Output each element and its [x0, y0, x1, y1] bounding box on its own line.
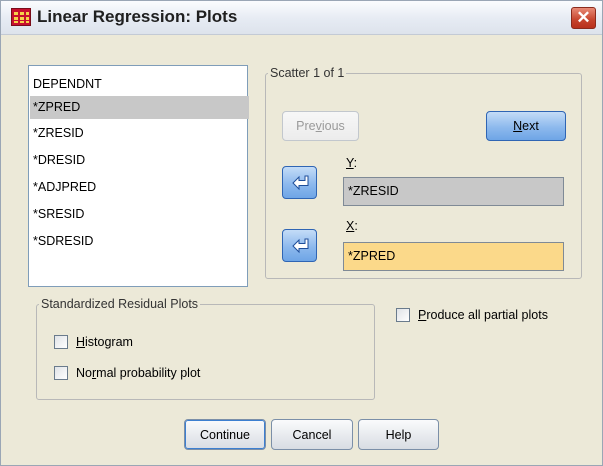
x-axis-label: X: [346, 219, 358, 233]
arrow-left-icon [292, 238, 309, 254]
residual-plots-legend: Standardized Residual Plots [41, 297, 199, 311]
list-item[interactable]: *ZRESID [33, 122, 84, 145]
title-bar[interactable]: Linear Regression: Plots ✕ [1, 1, 602, 35]
partial-plots-label[interactable]: Produce all partial plots [418, 308, 548, 322]
y-axis-label: Y: [346, 156, 358, 170]
list-item[interactable]: *SDRESID [33, 230, 93, 253]
list-item[interactable]: *DRESID [33, 149, 85, 172]
help-button[interactable]: Help [358, 419, 439, 450]
scatter-legend: Scatter 1 of 1 [270, 66, 345, 80]
move-to-y-button[interactable] [282, 166, 317, 199]
app-icon [11, 8, 31, 26]
next-button[interactable]: Next [486, 111, 566, 141]
list-item-selected[interactable]: *ZPRED [30, 96, 249, 119]
close-button[interactable]: ✕ [571, 7, 596, 29]
variable-list[interactable]: DEPENDNT *ZPRED *ZRESID *DRESID *ADJPRED… [28, 65, 249, 287]
histogram-label[interactable]: Histogram [76, 335, 133, 349]
continue-button[interactable]: Continue [184, 419, 266, 450]
close-icon: ✕ [576, 8, 591, 27]
previous-button[interactable]: Previous [282, 111, 359, 141]
list-item[interactable]: DEPENDNT [33, 73, 102, 96]
normal-probability-checkbox[interactable] [54, 366, 68, 380]
partial-plots-checkbox[interactable] [396, 308, 410, 322]
move-to-x-button[interactable] [282, 229, 317, 262]
arrow-left-icon [292, 175, 309, 191]
dialog-title: Linear Regression: Plots [37, 7, 238, 26]
x-axis-field[interactable]: *ZPRED [343, 242, 564, 271]
y-axis-field[interactable]: *ZRESID [343, 177, 564, 206]
list-item[interactable]: *SRESID [33, 203, 84, 226]
cancel-button[interactable]: Cancel [271, 419, 353, 450]
list-item[interactable]: *ADJPRED [33, 176, 96, 199]
histogram-checkbox[interactable] [54, 335, 68, 349]
dialog-window: Linear Regression: Plots ✕ DEPENDNT *ZPR… [0, 0, 603, 466]
normal-probability-label[interactable]: Normal probability plot [76, 366, 200, 380]
